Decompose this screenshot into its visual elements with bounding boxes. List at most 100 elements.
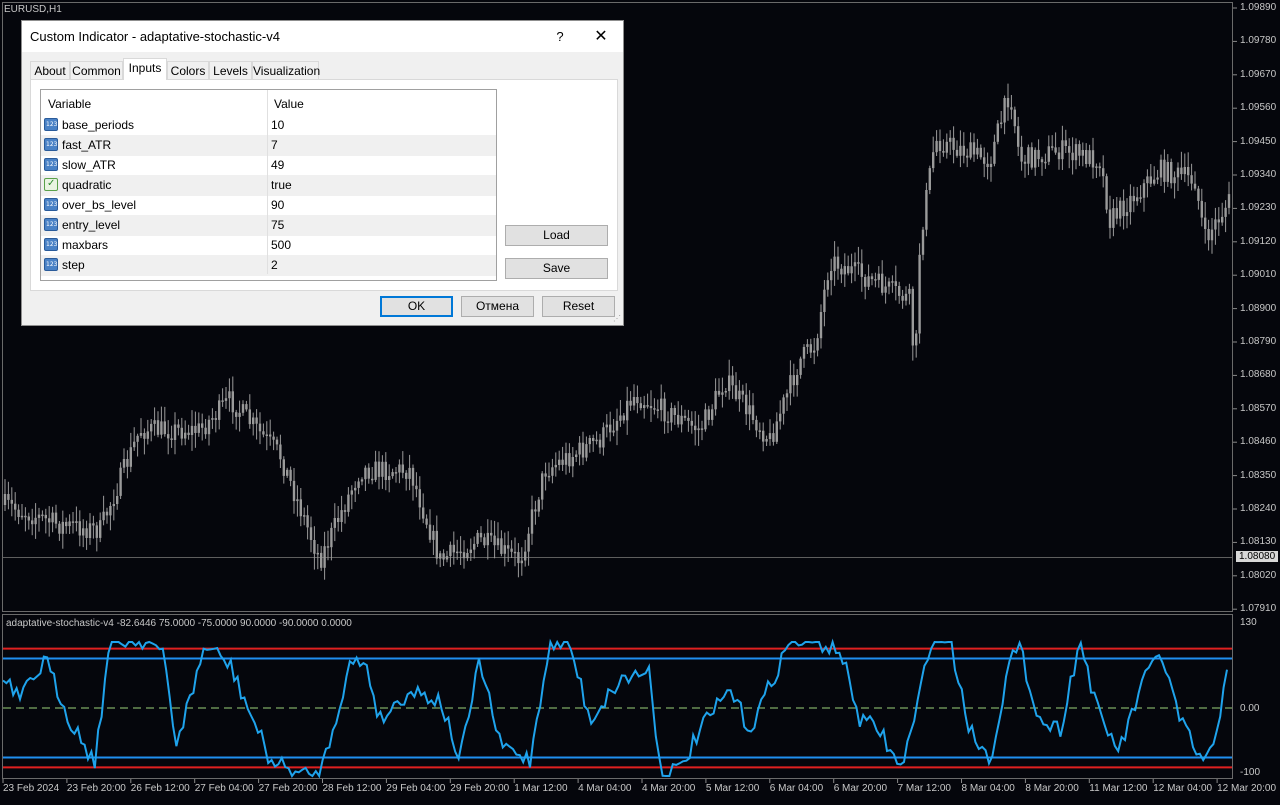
parameter-value[interactable]: true [271,178,292,192]
candle-body [194,425,197,433]
candle-body [972,142,976,155]
candle-body [969,142,972,158]
candle-body [1081,150,1084,156]
time-axis-label: 26 Feb 12:00 [130,783,190,794]
tab-common[interactable]: Common [70,61,123,79]
candle-body [819,312,823,339]
candle-body [112,504,115,507]
candle-body [119,467,122,496]
candle-body [806,344,809,347]
candle-body [680,415,683,425]
parameter-value[interactable]: 2 [271,258,278,272]
column-value[interactable]: Value [274,97,304,111]
parameter-value[interactable]: 7 [271,138,278,152]
candle-body [796,375,799,386]
candle-body [303,515,306,517]
load-button[interactable]: Load [505,225,608,246]
candle-body [966,155,969,158]
candle-body [602,427,605,448]
candle-body [690,420,693,426]
parameter-value[interactable]: 10 [271,118,284,132]
candle-body [1159,159,1163,178]
candle-body [1030,147,1033,168]
price-axis-label: 1.09670 [1240,68,1277,80]
parameter-name: slow_ATR [62,158,116,172]
candle-body [381,461,384,477]
candle-body [316,552,319,555]
save-button[interactable]: Save [505,258,608,279]
ok-button[interactable]: OK [380,296,453,317]
candle-body [745,394,748,415]
close-icon[interactable]: ✕ [588,26,614,48]
tab-about[interactable]: About [30,61,70,79]
parameter-value[interactable]: 90 [271,198,284,212]
candle-body [136,435,139,442]
indicator-title: adaptative-stochastic-v4 -82.6446 75.000… [6,618,352,629]
candle-body [292,480,296,502]
parameter-row[interactable]: fast_ATR 7 [41,135,496,156]
parameter-row[interactable]: slow_ATR 49 [41,155,496,176]
tab-visualization[interactable]: Visualization [252,61,320,79]
parameter-value[interactable]: 49 [271,158,284,172]
parameter-row[interactable]: entry_level 75 [41,215,496,236]
candle-body [925,190,928,230]
help-button[interactable]: ? [548,26,572,48]
candle-body [1068,146,1071,153]
candle-body [214,418,217,420]
candle-body [65,521,68,527]
price-axis-label: 1.08130 [1240,536,1277,548]
time-axis-label: 11 Mar 12:00 [1089,783,1148,794]
candle-body [201,423,204,428]
cancel-button[interactable]: Отмена [461,296,534,317]
parameter-row[interactable]: step 2 [41,255,496,276]
candle-body [898,286,901,296]
candle-body [432,530,435,540]
candle-body [1085,150,1088,164]
candle-body [61,521,64,534]
candle-body [167,434,170,439]
candle-body [326,546,330,548]
resize-grip-icon[interactable]: ⋰ [613,315,621,323]
candle-body [1051,146,1054,148]
candle-body [639,403,642,409]
candle-body [605,424,608,428]
tab-colors[interactable]: Colors [167,61,209,79]
parameter-value[interactable]: 500 [271,238,291,252]
candle-body [1098,166,1101,169]
price-axis-label: 1.08350 [1240,469,1277,481]
candle-body [864,277,867,287]
parameter-value[interactable]: 75 [271,218,284,232]
candle-body [833,256,836,272]
time-axis-label: 4 Mar 04:00 [578,783,632,794]
candle-body [109,506,112,516]
candle-body [949,137,952,142]
candle-body [544,473,547,477]
candle-body [959,145,962,156]
candle-body [241,404,245,413]
candle-body [1054,147,1057,153]
candle-body [116,496,119,504]
candle-body [1095,166,1098,168]
dialog-titlebar[interactable]: Custom Indicator - adaptative-stochastic… [22,21,623,52]
indicator-level-bottom: -100 [1240,767,1261,778]
parameter-row[interactable]: base_periods 10 [41,115,496,136]
candle-body [666,421,670,423]
parameter-row[interactable]: maxbars 500 [41,235,496,256]
column-variable[interactable]: Variable [48,97,91,111]
tab-inputs[interactable]: Inputs [123,58,167,80]
candle-body [1125,212,1129,216]
tab-levels[interactable]: Levels [209,61,252,79]
candle-body [262,431,265,435]
candle-body [989,163,993,167]
reset-button[interactable]: Reset [542,296,615,317]
parameter-row[interactable]: over_bs_level 90 [41,195,496,216]
candle-body [422,507,425,519]
candle-body [1023,161,1027,164]
candle-body [704,409,707,430]
candle-body [738,390,741,400]
candle-body [1224,207,1227,217]
parameter-row[interactable]: quadratic true [41,175,496,196]
parameters-table[interactable]: Variable Value base_periods 10 fast_ATR 7 sl… [40,89,497,281]
candle-body [228,391,231,399]
price-axis-label: 1.09340 [1240,169,1277,180]
